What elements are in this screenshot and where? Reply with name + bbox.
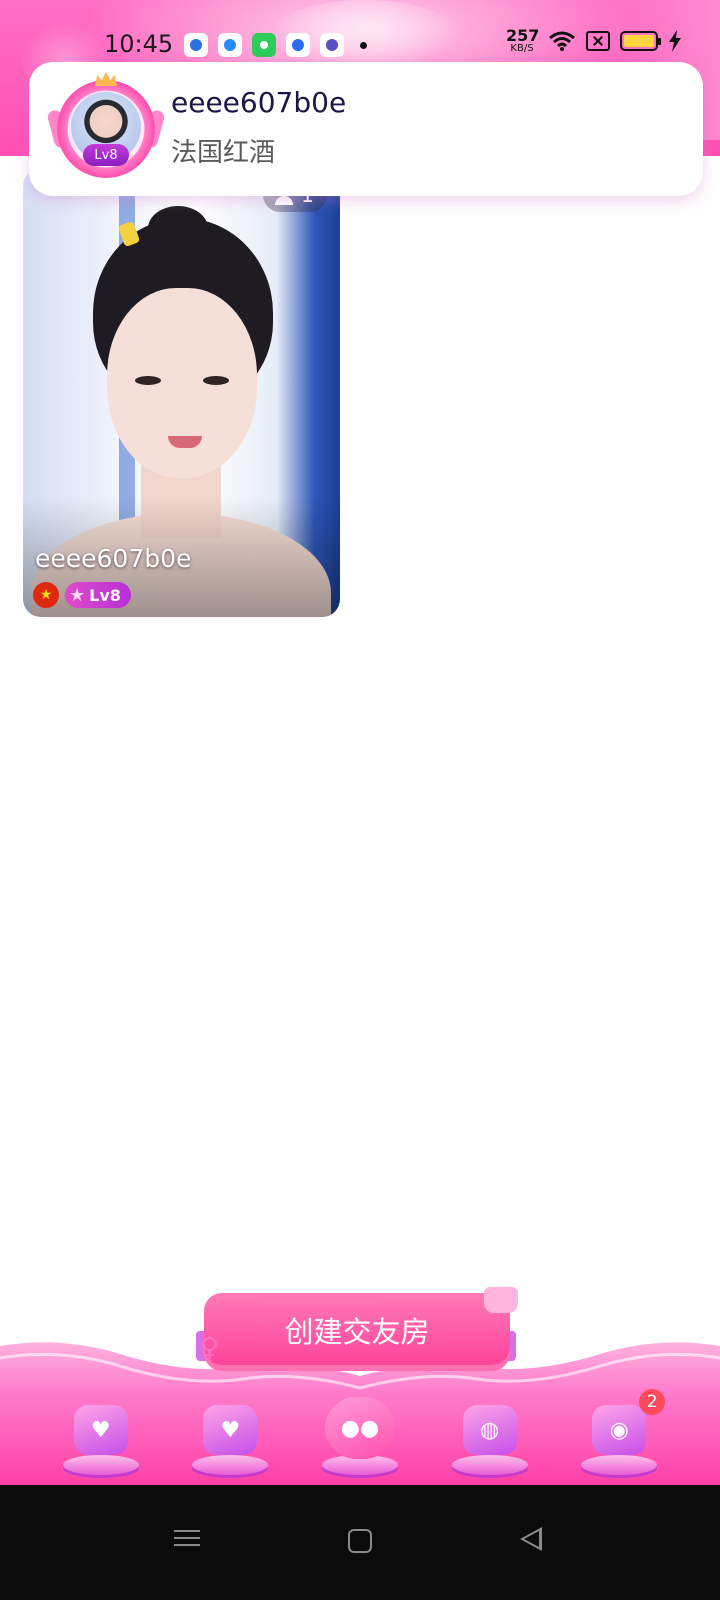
back-icon[interactable] bbox=[520, 1527, 542, 1551]
level-text: Lv8 bbox=[89, 585, 121, 605]
planet-icon: ◍ bbox=[462, 1405, 517, 1455]
network-speed-unit: KB/S bbox=[510, 43, 534, 54]
create-room-label: 创建交友房 bbox=[284, 1315, 430, 1349]
charging-icon bbox=[669, 30, 681, 52]
menu-icon[interactable] bbox=[174, 1525, 204, 1555]
nav-discover[interactable]: ◍ bbox=[446, 1395, 534, 1481]
nav-tv[interactable]: ♥ bbox=[186, 1395, 274, 1481]
gift-notification[interactable]: Lv8 eeee607b0e 法国红酒 bbox=[29, 62, 703, 196]
room-card[interactable]: 1 eeee607b0e ★ ★ Lv8 bbox=[23, 168, 340, 617]
system-nav-bar bbox=[0, 1485, 720, 1600]
baidu-icon bbox=[184, 33, 208, 57]
avatar-level-badge: Lv8 bbox=[83, 144, 129, 166]
wifi-icon bbox=[549, 31, 575, 51]
level-badge: ★ Lv8 bbox=[65, 582, 131, 608]
bottom-nav: ♥ ♥ ●● ◍ ◉ 2 bbox=[0, 1389, 720, 1486]
status-time: 10:45 bbox=[104, 30, 174, 58]
status-indicators: 257 KB/S bbox=[506, 28, 682, 54]
china-flag-icon: ★ bbox=[33, 582, 59, 608]
crown-icon bbox=[95, 72, 117, 86]
planet-app-icon bbox=[320, 33, 344, 57]
battery-icon bbox=[620, 31, 661, 51]
crown-decoration-icon bbox=[484, 1287, 518, 1313]
message-badge: 2 bbox=[639, 1389, 666, 1415]
no-sim-icon bbox=[586, 31, 610, 51]
star-icon: ★ bbox=[69, 584, 86, 606]
room-host-meta: ★ ★ Lv8 bbox=[33, 582, 131, 608]
room-host-name: eeee607b0e bbox=[35, 544, 192, 573]
more-notifications-dot bbox=[360, 41, 367, 49]
nav-chat-rooms[interactable]: ●● bbox=[316, 1395, 404, 1481]
home-icon[interactable] bbox=[348, 1529, 372, 1553]
message-icon: ◉ bbox=[592, 1405, 647, 1455]
create-room-button[interactable]: 创建交友房 ♀ bbox=[196, 1287, 518, 1383]
avatar: Lv8 bbox=[46, 72, 166, 178]
browser-icon bbox=[218, 33, 242, 57]
video-heart-icon: ♥ bbox=[73, 1405, 128, 1455]
status-app-icons bbox=[184, 30, 367, 60]
network-speed: 257 KB/S bbox=[506, 26, 540, 54]
notification-sender-name: eeee607b0e bbox=[171, 86, 347, 119]
store-icon bbox=[252, 33, 276, 57]
notification-message: 法国红酒 bbox=[171, 138, 276, 168]
nav-messages[interactable]: ◉ 2 bbox=[575, 1389, 666, 1481]
nav-live[interactable]: ♥ bbox=[57, 1395, 145, 1481]
chat-room-icon: ●● bbox=[324, 1397, 395, 1459]
qq-browser-icon bbox=[286, 33, 310, 57]
network-speed-value: 257 bbox=[506, 26, 540, 45]
venus-icon: ♀ bbox=[200, 1333, 220, 1363]
tv-heart-icon: ♥ bbox=[203, 1405, 258, 1455]
